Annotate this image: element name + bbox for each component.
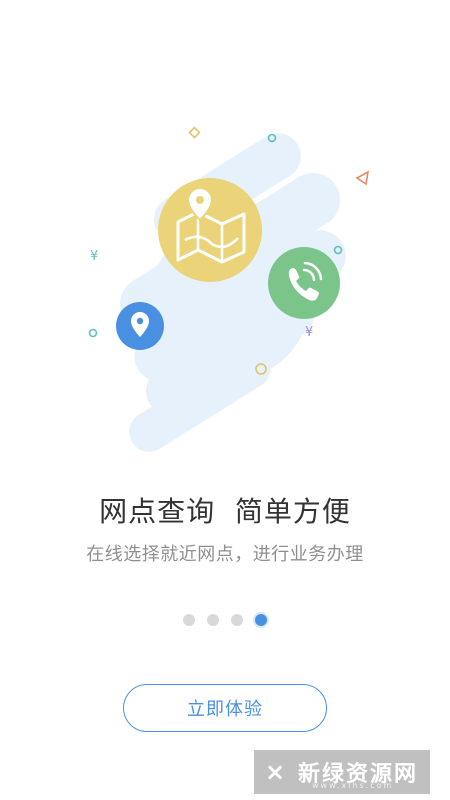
page-dot-3[interactable] [231,614,243,626]
watermark-logo-icon: ⨯ [264,758,288,786]
page-title: 网点查询 简单方便 [99,495,351,528]
page-dot-1[interactable] [183,614,195,626]
start-experience-button[interactable]: 立即体验 [123,684,327,732]
page-indicator [0,614,450,626]
svg-text:¥: ¥ [305,325,313,340]
phone-icon [268,247,340,319]
page-subtitle: 在线选择就近网点，进行业务办理 [86,544,364,565]
svg-text:¥: ¥ [90,249,98,264]
page-dot-4-active[interactable] [255,614,267,626]
illustration: ¥ ¥ [88,126,370,452]
onboarding-screen: ¥ ¥ 网点查询 简单方便 在线选择就近网点，进行业务办理 立即体验 ⨯ 新绿资… [0,0,450,800]
map-icon [158,178,262,282]
location-pin-icon [116,302,164,350]
watermark: ⨯ 新绿资源网 www.xlhs.com [254,750,430,794]
watermark-domain: www.xlhs.com [312,781,394,790]
page-dot-2[interactable] [207,614,219,626]
